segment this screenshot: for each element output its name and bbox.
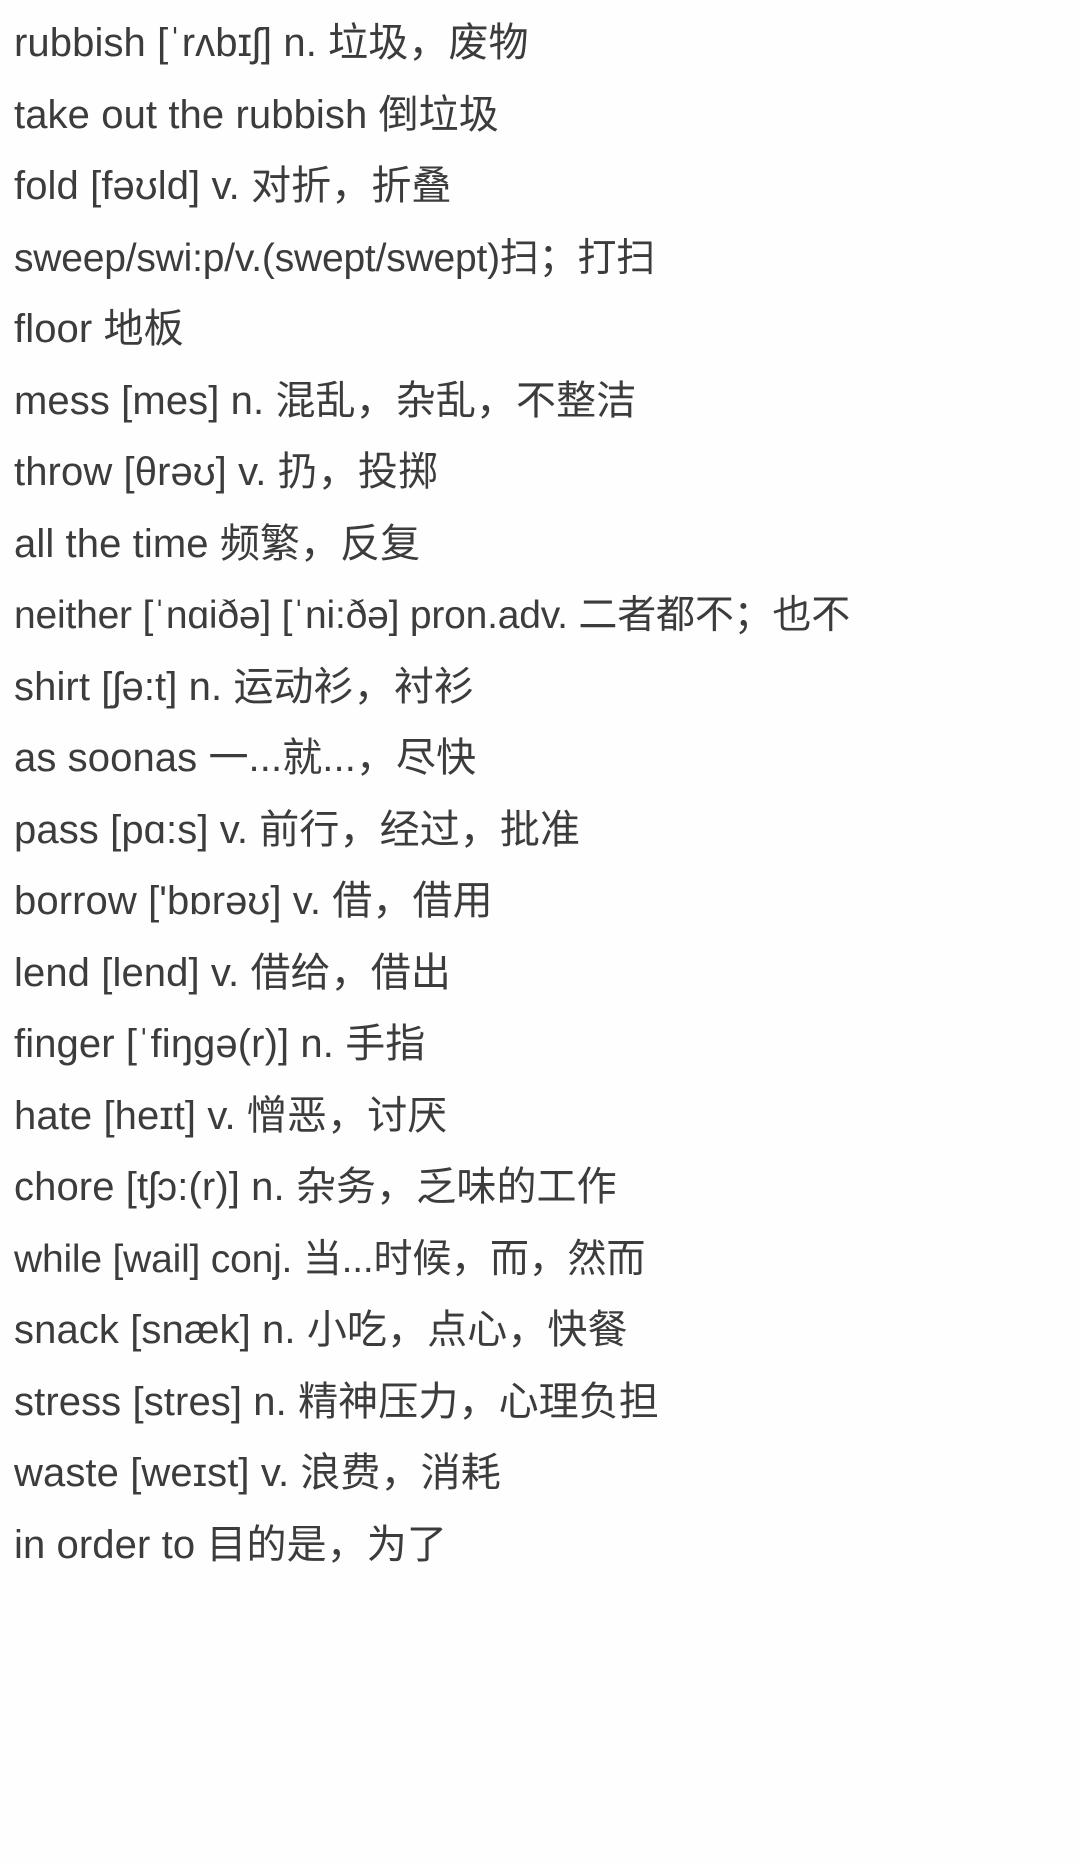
vocabulary-entry: mess [mes] n. 混乱，杂乱，不整洁: [14, 378, 637, 423]
vocabulary-entry: fold [fəʊld] v. 对折，折叠: [14, 164, 452, 208]
vocabulary-entry: in order to 目的是，为了: [14, 1522, 448, 1567]
vocabulary-list: rubbish [ˈrʌbɪʃ] n. 垃圾，废物 take out the ru…: [14, 8, 1080, 1581]
vocabulary-entry: while [wail] conj. 当...时候，而，然而: [14, 1237, 646, 1281]
vocabulary-entry: pass [pɑ:s] v. 前行，经过，批准: [14, 807, 581, 852]
vocabulary-entry: hate [heɪt] v. 憎恶，讨厌: [14, 1093, 448, 1138]
vocabulary-entry: rubbish [ˈrʌbɪʃ] n. 垃圾，废物: [14, 21, 529, 65]
vocabulary-entry: neither [ˈnɑiðə] [ˈni:ðə] pron.adv. 二者都不…: [14, 594, 851, 637]
vocabulary-entry: borrow ['bɒrəʊ] v. 借，借用: [14, 879, 493, 923]
vocabulary-entry: finger [ˈfiŋgə(r)] n. 手指: [14, 1022, 426, 1066]
vocabulary-entry: all the time 频繁，反复: [14, 521, 421, 566]
vocabulary-entry: as soonas 一...就...，尽快: [14, 736, 477, 780]
vocabulary-entry: chore [tʃɔ:(r)] n. 杂务，乏味的工作: [14, 1165, 617, 1209]
vocabulary-entry: snack [snæk] n. 小吃，点心，快餐: [14, 1308, 628, 1352]
vocabulary-entry: floor 地板: [14, 307, 184, 351]
vocabulary-entry: throw [θrəʊ] v. 扔，投掷: [14, 450, 439, 494]
vocabulary-entry: lend [lend] v. 借给，借出: [14, 950, 451, 995]
vocabulary-entry: shirt [ʃə:t] n. 运动衫，衬衫: [14, 664, 475, 709]
vocabulary-entry: take out the rubbish 倒垃圾: [14, 92, 499, 137]
vocabulary-page: rubbish [ˈrʌbɪʃ] n. 垃圾，废物 take out the ru…: [0, 0, 1080, 1863]
vocabulary-entry: sweep/swi:p/v.(swept/swept)扫；打扫: [14, 236, 656, 280]
vocabulary-entry: waste [weɪst] v. 浪费，消耗: [14, 1451, 501, 1495]
vocabulary-entry: stress [stres] n. 精神压力，心理负担: [14, 1379, 659, 1424]
